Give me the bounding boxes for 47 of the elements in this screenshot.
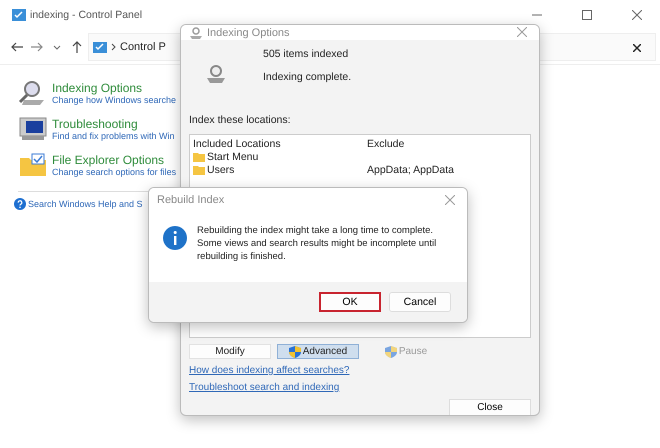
back-arrow-icon	[11, 42, 23, 52]
dialog-button[interactable]: Advanced	[277, 344, 359, 359]
chevron-down-icon	[53, 44, 61, 50]
column-header[interactable]: Included Locations	[193, 138, 367, 150]
close-icon	[445, 194, 455, 204]
folder-icon	[193, 152, 205, 162]
items-indexed-count: 505 items indexed	[263, 48, 350, 60]
window-title: indexing - Control Panel	[30, 9, 142, 21]
dialog-title: Rebuild Index	[157, 194, 224, 206]
monitor-icon	[18, 116, 48, 142]
location-name: Users	[207, 164, 234, 176]
dialog-button[interactable]: Modify	[189, 344, 271, 359]
chevron-icon	[111, 43, 116, 51]
close-icon	[517, 27, 527, 37]
category-title-link[interactable]: Indexing Options	[52, 81, 176, 95]
shield-icon	[288, 346, 301, 358]
dialog-title: Indexing Options	[207, 26, 290, 38]
forward-arrow-icon	[31, 42, 43, 52]
breadcrumb-item[interactable]: Control P	[120, 41, 166, 53]
close-icon	[633, 44, 641, 52]
info-icon	[163, 226, 187, 250]
help-link[interactable]: Search Windows Help and S	[28, 199, 143, 209]
location-name: Start Menu	[207, 150, 258, 162]
shield-icon	[384, 346, 397, 358]
folder-check-icon	[18, 152, 48, 178]
category-description-link[interactable]: Change how Windows searche	[52, 95, 176, 105]
help-link[interactable]: How does indexing affect searches?	[189, 365, 350, 376]
category-title-link[interactable]: Troubleshooting	[52, 117, 175, 131]
indexing-status: Indexing complete.	[263, 71, 352, 83]
close-icon	[632, 10, 642, 20]
locations-label: Index these locations:	[189, 114, 292, 126]
control-panel-icon	[12, 9, 26, 21]
help-icon	[14, 198, 26, 210]
dialog-button[interactable]: OK	[319, 292, 381, 312]
dialog-message: Rebuilding the index might take a long time to complete. Some views and search results might be incomplete until rebuilding is finished.	[197, 224, 438, 263]
control-panel-icon	[93, 42, 107, 52]
up-arrow-icon	[72, 41, 82, 53]
dialog-button[interactable]: Cancel	[389, 292, 451, 312]
close-button[interactable]: Close	[449, 399, 531, 415]
folder-icon	[193, 164, 205, 174]
help-link[interactable]: Troubleshoot search and indexing	[189, 382, 340, 393]
category-description-link[interactable]: Find and fix problems with Win	[52, 131, 175, 141]
category-title-link[interactable]: File Explorer Options	[52, 153, 176, 167]
maximize-icon	[582, 10, 592, 20]
category-description-link[interactable]: Change search options for files	[52, 167, 176, 177]
exclude-cell: AppData; AppData	[367, 164, 454, 176]
column-header[interactable]: Exclude	[367, 138, 404, 150]
